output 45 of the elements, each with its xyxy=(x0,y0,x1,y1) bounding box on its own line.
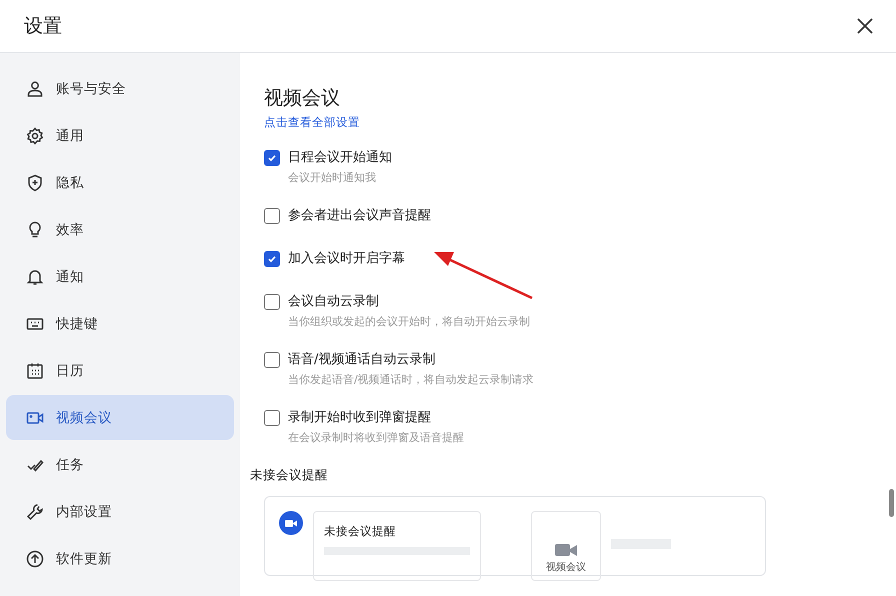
sidebar-item[interactable]: 账号与安全 xyxy=(6,66,234,111)
section-title: 视频会议 xyxy=(264,86,341,111)
sidebar-item[interactable]: 通用 xyxy=(6,113,234,158)
app-label: 视频会议 xyxy=(546,560,586,574)
video-camera-icon xyxy=(555,541,577,557)
option-description: 在会议录制时将收到弹窗及语音提醒 xyxy=(288,430,464,445)
wrench-icon xyxy=(26,502,44,520)
upload-icon xyxy=(26,550,44,568)
window-title: 设置 xyxy=(24,14,62,39)
preview-title: 未接会议提醒 xyxy=(324,524,397,539)
option-label: 加入会议时开启字幕 xyxy=(288,250,405,267)
checkbox[interactable] xyxy=(264,208,280,224)
gear-icon xyxy=(26,126,44,144)
checkmark-icon xyxy=(267,153,277,163)
sidebar-item[interactable]: 通知 xyxy=(6,254,234,299)
person-icon xyxy=(26,80,44,98)
checkbox[interactable] xyxy=(264,352,280,368)
option-label: 语音/视频通话自动云录制 xyxy=(288,351,436,368)
checkbox[interactable] xyxy=(264,410,280,426)
sidebar-item[interactable]: 效率 xyxy=(6,207,234,252)
sidebar-item[interactable]: 视频会议 xyxy=(6,395,234,440)
calendar-icon xyxy=(26,362,44,380)
sidebar-item[interactable]: 软件更新 xyxy=(6,536,234,581)
checkmark-icon xyxy=(267,254,277,264)
checkbox[interactable] xyxy=(264,150,280,166)
sidebar-item[interactable]: 任务 xyxy=(6,442,234,487)
option-label: 录制开始时收到弹窗提醒 xyxy=(288,409,432,426)
shield-icon xyxy=(26,174,44,192)
section-heading: 未接会议提醒 xyxy=(250,467,329,484)
option-label: 会议自动云录制 xyxy=(288,293,380,310)
scrollbar-thumb[interactable] xyxy=(889,489,894,517)
video-camera-icon xyxy=(279,511,303,535)
sidebar-item[interactable]: 隐私 xyxy=(6,160,234,205)
sidebar-item[interactable]: 快捷键 xyxy=(6,301,234,346)
option-label: 参会者进出会议声音提醒 xyxy=(288,207,431,224)
option-description: 当你组织或发起的会议开始时，将自动开始云录制 xyxy=(288,314,530,329)
checkbox[interactable] xyxy=(264,251,280,267)
option-label: 日程会议开始通知 xyxy=(288,149,392,166)
checkbox[interactable] xyxy=(264,294,280,310)
option-description: 会议开始时通知我 xyxy=(288,170,377,185)
sidebar-item[interactable]: 内部设置 xyxy=(6,489,234,534)
bell-icon xyxy=(26,268,44,286)
sidebar-item[interactable]: 日历 xyxy=(6,348,234,393)
view-all-settings-link[interactable]: 点击查看全部设置 xyxy=(264,115,360,130)
option-description: 当你发起语音/视频通话时，将自动发起云录制请求 xyxy=(288,372,534,387)
